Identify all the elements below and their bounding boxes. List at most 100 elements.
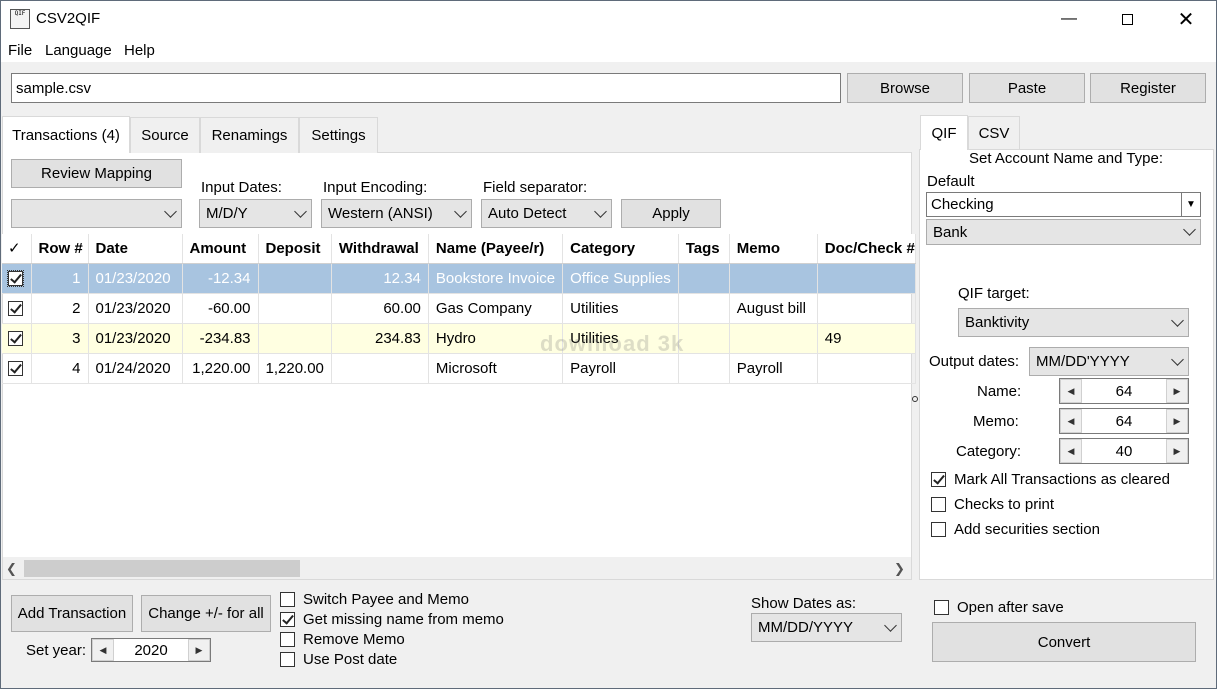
spin-increment-button[interactable]: ▶ [1166, 379, 1188, 403]
account-type-select[interactable]: Bank [926, 219, 1201, 245]
tab-settings[interactable]: Settings [299, 117, 378, 153]
spin-increment-button[interactable]: ▶ [1166, 409, 1188, 433]
column-header-amount[interactable]: Amount [182, 234, 259, 264]
set-year-value[interactable]: 2020 [114, 642, 188, 659]
account-name-dropdown[interactable]: ▼ [1182, 192, 1201, 217]
table-row[interactable]: 4 01/24/2020 1,220.00 1,220.00 Microsoft… [2, 353, 916, 384]
spin-decrement-button[interactable]: ◀ [1060, 409, 1082, 433]
column-header-tags[interactable]: Tags [678, 234, 730, 264]
file-path-input[interactable]: sample.csv [11, 73, 841, 103]
switch-payee-memo-option[interactable]: Switch Payee and Memo [280, 591, 469, 608]
row-checkbox[interactable] [7, 270, 24, 288]
category-length-value[interactable]: 40 [1082, 443, 1166, 460]
name-length-value[interactable]: 64 [1082, 383, 1166, 400]
transactions-table: ✓ Row # Date Amount Deposit Withdrawal N… [2, 234, 916, 384]
missing-name-checkbox[interactable] [280, 612, 295, 627]
tab-source[interactable]: Source [130, 117, 200, 153]
scroll-left-icon[interactable]: ❮ [6, 561, 17, 577]
minimize-button[interactable]: — [1040, 0, 1098, 38]
switch-payee-memo-checkbox[interactable] [280, 592, 295, 607]
register-button[interactable]: Register [1090, 73, 1206, 103]
menu-language[interactable]: Language [45, 42, 112, 59]
cell-row: 3 [31, 323, 89, 354]
input-dates-select[interactable]: M/D/Y [199, 199, 312, 228]
missing-name-option[interactable]: Get missing name from memo [280, 611, 504, 628]
row-checkbox[interactable] [8, 361, 23, 377]
remove-memo-checkbox[interactable] [280, 632, 295, 647]
row-checkbox[interactable] [8, 301, 23, 317]
mark-cleared-checkbox[interactable] [931, 472, 946, 487]
remove-memo-option[interactable]: Remove Memo [280, 631, 405, 648]
browse-button[interactable]: Browse [847, 73, 963, 103]
set-year-spinner[interactable]: ◀ 2020 ▶ [91, 638, 211, 662]
spin-increment-button[interactable]: ▶ [188, 639, 210, 661]
memo-length-value[interactable]: 64 [1082, 413, 1166, 430]
apply-button[interactable]: Apply [621, 199, 721, 228]
column-header-date[interactable]: Date [88, 234, 183, 264]
menu-help[interactable]: Help [124, 42, 155, 59]
output-dates-select[interactable]: MM/DD'YYYY [1029, 347, 1189, 376]
cell-category: Utilities [562, 293, 679, 324]
account-name-input[interactable]: Checking [926, 192, 1182, 217]
splitter-handle[interactable] [912, 396, 918, 402]
spin-decrement-button[interactable]: ◀ [1060, 379, 1082, 403]
qif-target-select[interactable]: Banktivity [958, 308, 1189, 337]
column-header-withdrawal[interactable]: Withdrawal [331, 234, 429, 264]
open-after-save-option[interactable]: Open after save [934, 599, 1064, 616]
tab-qif[interactable]: QIF [920, 115, 968, 150]
cell-deposit: 1,220.00 [258, 353, 332, 384]
table-row[interactable]: 2 01/23/2020 -60.00 60.00 Gas Company Ut… [2, 293, 916, 324]
change-sign-button[interactable]: Change +/- for all [141, 595, 271, 632]
mapping-select[interactable] [11, 199, 182, 228]
cell-tags [678, 293, 730, 324]
paste-button[interactable]: Paste [969, 73, 1085, 103]
output-dates-label: Output dates: [929, 353, 1020, 370]
column-header-memo[interactable]: Memo [729, 234, 818, 264]
memo-length-spinner[interactable]: ◀ 64 ▶ [1059, 408, 1189, 434]
column-header-doc[interactable]: Doc/Check # [817, 234, 916, 264]
chevron-down-icon [294, 204, 307, 218]
spin-increment-button[interactable]: ▶ [1166, 439, 1188, 463]
cell-memo: Payroll [729, 353, 818, 384]
tab-csv[interactable]: CSV [968, 116, 1020, 149]
column-header-deposit[interactable]: Deposit [258, 234, 332, 264]
maximize-button[interactable] [1098, 0, 1156, 38]
menu-file[interactable]: File [8, 42, 32, 59]
column-header-row[interactable]: Row # [31, 234, 89, 264]
close-button[interactable]: ✕ [1157, 0, 1215, 38]
chevron-down-icon [594, 204, 607, 218]
row-checkbox[interactable] [8, 331, 23, 347]
column-header-check[interactable]: ✓ [2, 234, 32, 264]
add-transaction-button[interactable]: Add Transaction [11, 595, 133, 632]
checks-to-print-checkbox[interactable] [931, 497, 946, 512]
review-mapping-button[interactable]: Review Mapping [11, 159, 182, 188]
category-length-spinner[interactable]: ◀ 40 ▶ [1059, 438, 1189, 464]
input-encoding-select[interactable]: Western (ANSI) [321, 199, 472, 228]
mark-cleared-option[interactable]: Mark All Transactions as cleared [931, 471, 1170, 488]
tab-renamings[interactable]: Renamings [200, 117, 299, 153]
cell-deposit [258, 263, 332, 294]
cell-date: 01/23/2020 [88, 293, 183, 324]
caret-down-icon: ▼ [1186, 199, 1196, 210]
open-after-save-checkbox[interactable] [934, 600, 949, 615]
table-row[interactable]: 3 01/23/2020 -234.83 234.83 Hydro Utilit… [2, 323, 916, 354]
add-securities-checkbox[interactable] [931, 522, 946, 537]
use-post-date-checkbox[interactable] [280, 652, 295, 667]
show-dates-select[interactable]: MM/DD/YYYY [751, 613, 902, 642]
table-row[interactable]: 1 01/23/2020 -12.34 12.34 Bookstore Invo… [2, 263, 916, 294]
spin-decrement-button[interactable]: ◀ [92, 639, 114, 661]
scroll-right-icon[interactable]: ❯ [894, 561, 905, 577]
column-header-name[interactable]: Name (Payee/r) [428, 234, 564, 264]
app-icon: QIF [10, 9, 30, 29]
add-securities-option[interactable]: Add securities section [931, 521, 1100, 538]
convert-button[interactable]: Convert [932, 622, 1196, 662]
spin-decrement-button[interactable]: ◀ [1060, 439, 1082, 463]
scrollbar-thumb[interactable] [24, 560, 300, 577]
name-length-spinner[interactable]: ◀ 64 ▶ [1059, 378, 1189, 404]
tab-transactions[interactable]: Transactions (4) [2, 116, 130, 153]
field-separator-select[interactable]: Auto Detect [481, 199, 612, 228]
cell-memo [729, 323, 818, 354]
checks-to-print-option[interactable]: Checks to print [931, 496, 1054, 513]
use-post-date-option[interactable]: Use Post date [280, 651, 397, 668]
column-header-category[interactable]: Category [562, 234, 679, 264]
